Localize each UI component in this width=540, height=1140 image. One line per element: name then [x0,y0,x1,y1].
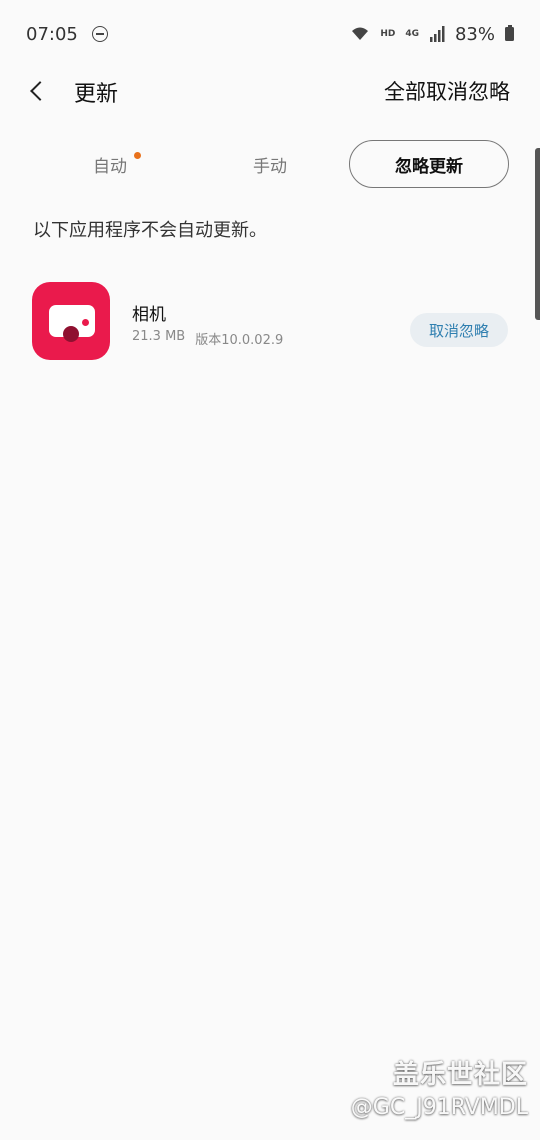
signal-icon [429,26,445,42]
scrollbar[interactable] [535,148,540,320]
watermark: 盖乐世社区 @GC_J91RVMDL [351,1054,528,1120]
page-title: 更新 [74,82,119,107]
unignore-all-button[interactable]: 全部取消忽略 [384,76,510,106]
status-bar: 07:05 HD 4G 83% [0,0,540,68]
app-name: 相机 [132,305,166,325]
status-right: HD 4G 83% [350,24,514,45]
status-left: 07:05 [26,24,108,45]
battery-percent: 83% [454,23,495,45]
tab-auto[interactable]: 自动 [30,140,190,188]
tab-ignored-label: 忽略更新 [395,156,463,177]
app-meta: 21.3 MB 版本10.0.02.9 [132,329,283,348]
unignore-button[interactable]: 取消忽略 [410,313,508,347]
hd-icon: HD [380,29,396,39]
wifi-icon [352,27,369,40]
tab-manual-label: 手动 [253,156,287,177]
do-not-disturb-icon [91,26,108,42]
camera-icon [32,282,110,360]
back-button[interactable] [22,76,52,106]
new-badge-dot [134,152,141,159]
tab-manual[interactable]: 手动 [190,140,350,188]
watermark-user: @GC_J91RVMDL [350,1095,528,1120]
battery-icon [505,25,514,41]
watermark-title: 盖乐世社区 [392,1060,528,1090]
tab-auto-label: 自动 [93,156,127,177]
tab-ignored[interactable]: 忽略更新 [349,140,509,188]
tab-bar: 自动 手动 忽略更新 [30,140,510,188]
app-bar: 更新 全部取消忽略 [0,68,540,114]
back-arrow-icon [30,81,50,101]
info-text: 以下应用程序不会自动更新。 [33,220,267,241]
app-size: 21.3 MB [132,329,186,344]
app-version: 版本10.0.02.9 [195,333,284,348]
network-type-icon: 4G [405,29,419,39]
status-time: 07:05 [26,23,78,45]
list-item[interactable]: 相机 21.3 MB 版本10.0.02.9 取消忽略 [0,270,540,370]
